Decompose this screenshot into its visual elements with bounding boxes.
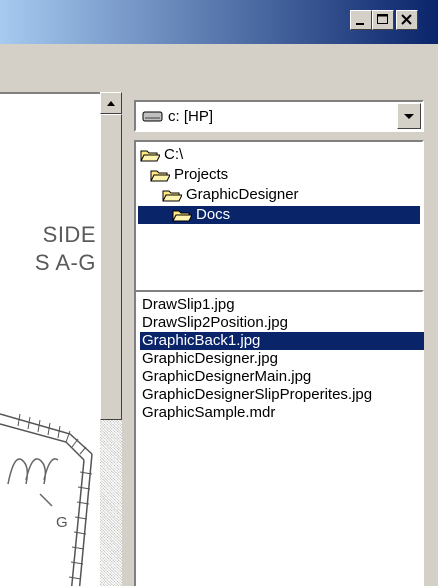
directory-list[interactable]: C:\ Projects GraphicDesigner Docs — [134, 140, 424, 300]
file-list[interactable]: DrawSlip1.jpg DrawSlip2Position.jpg Grap… — [134, 290, 424, 586]
file-item[interactable]: GraphicSample.mdr — [142, 404, 277, 422]
drive-icon — [142, 111, 163, 122]
preview-text-line1: SIDE — [42, 222, 96, 247]
file-item[interactable]: GraphicDesigner.jpg — [142, 350, 280, 368]
file-item[interactable]: DrawSlip2Position.jpg — [142, 314, 290, 332]
directory-item-root[interactable]: C:\ — [140, 146, 183, 164]
directory-label: C:\ — [164, 146, 184, 163]
preview-drawing — [0, 413, 93, 586]
chevron-down-icon — [404, 114, 414, 119]
file-item[interactable]: GraphicDesignerMain.jpg — [142, 368, 313, 386]
drive-label: c: [HP] — [168, 108, 214, 125]
maximize-icon — [377, 14, 388, 24]
directory-item-docs[interactable]: Docs — [138, 206, 420, 224]
directory-label: Projects — [174, 166, 229, 183]
directory-item-projects[interactable]: Projects — [150, 166, 228, 184]
minimize-button[interactable] — [350, 10, 372, 30]
toolbar-area — [0, 44, 438, 93]
scroll-thumb[interactable] — [100, 114, 122, 420]
folder-open-icon — [140, 150, 160, 162]
file-browser-pane: c: [HP] C:\ Projects GraphicDesigner Doc… — [122, 92, 438, 586]
preview-label-g: G — [56, 514, 68, 531]
drive-selector[interactable]: c: [HP] — [134, 100, 424, 132]
file-item-selected[interactable]: GraphicBack1.jpg — [140, 332, 424, 350]
drive-dropdown-button[interactable] — [397, 103, 421, 129]
file-item[interactable]: DrawSlip1.jpg — [142, 296, 237, 314]
scroll-up-button[interactable] — [100, 92, 122, 114]
preview-scrollbar[interactable] — [100, 92, 122, 586]
close-button[interactable] — [396, 10, 418, 30]
file-item[interactable]: GraphicDesignerSlipProperites.jpg — [142, 386, 374, 404]
close-icon — [401, 14, 412, 25]
folder-open-icon — [162, 190, 182, 202]
arrow-up-icon — [107, 101, 115, 106]
title-bar — [0, 0, 438, 44]
preview-text-line2: S A-G — [34, 250, 96, 275]
image-preview: SIDE S A-G G — [0, 92, 100, 586]
folder-open-icon — [172, 210, 192, 222]
folder-open-icon — [150, 170, 170, 182]
directory-label: Docs — [196, 206, 231, 223]
directory-item-graphicdesigner[interactable]: GraphicDesigner — [162, 186, 299, 204]
directory-label: GraphicDesigner — [186, 186, 299, 203]
minimize-icon — [356, 23, 364, 25]
maximize-button[interactable] — [372, 10, 394, 30]
